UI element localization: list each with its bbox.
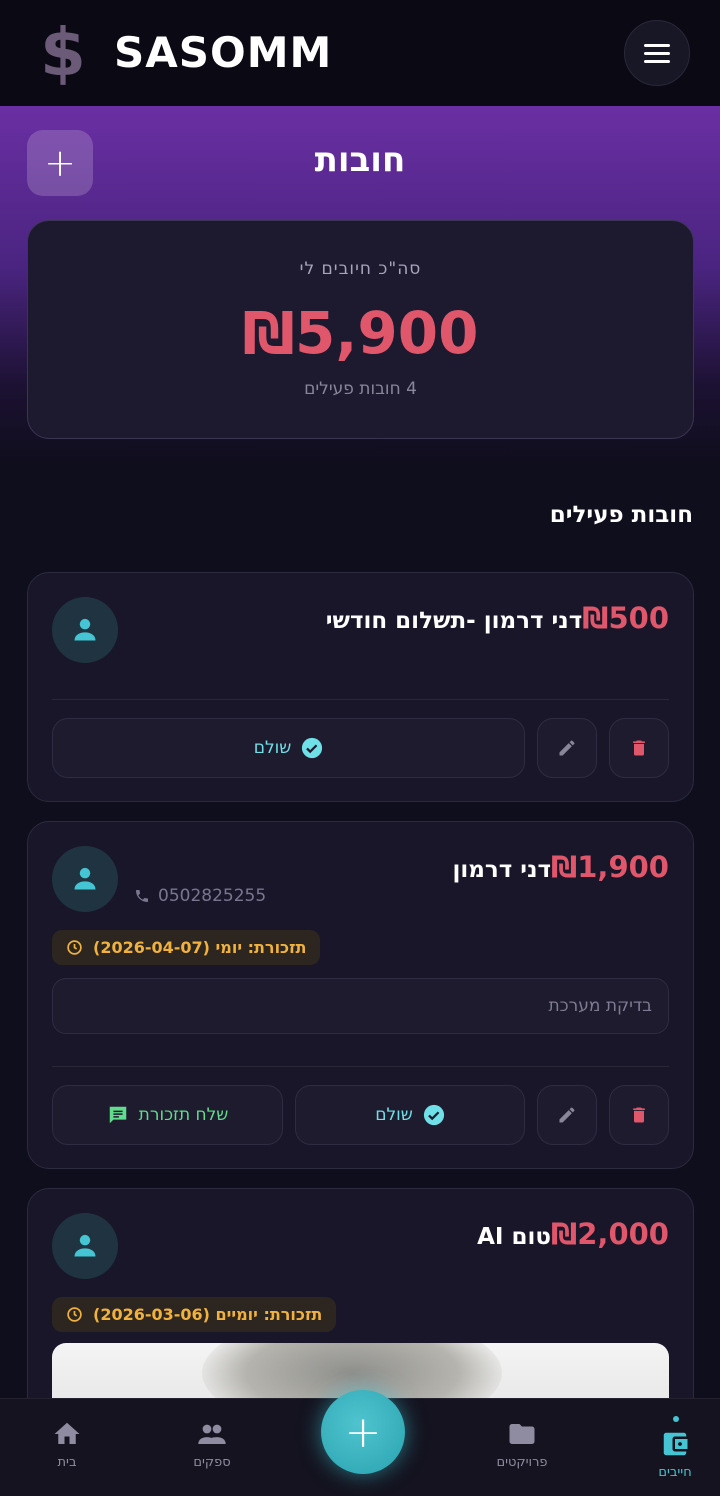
phone-number[interactable]: 0502825255 xyxy=(134,886,266,906)
debt-header: ₪1,900דני דרמון xyxy=(453,850,670,884)
brand-name: SASOMM xyxy=(114,28,333,77)
trash-icon xyxy=(633,1107,645,1123)
avatar xyxy=(52,1213,118,1279)
avatar xyxy=(52,597,118,663)
folder-icon xyxy=(509,1424,535,1444)
debt-card: ₪500דני דרמון -תשלום חודשי שולם xyxy=(27,572,694,802)
debt-amount: ₪1,900 xyxy=(551,850,669,884)
clock-icon xyxy=(67,940,82,955)
debt-header: ₪500דני דרמון -תשלום חודשי xyxy=(326,601,669,635)
send-reminder-label: שלח תזכורת xyxy=(138,1105,229,1125)
person-icon xyxy=(74,618,96,641)
summary-card: סה"כ חיובים לי ₪5,900 4 חובות פעילים xyxy=(27,220,694,439)
divider xyxy=(52,699,669,700)
nav-debts[interactable]: חייבים xyxy=(630,1429,720,1480)
mark-paid-button[interactable]: שולם xyxy=(295,1085,525,1145)
pencil-icon xyxy=(559,1107,575,1123)
nav-debts-label: חייבים xyxy=(658,1465,692,1480)
debt-header: ₪2,000טום AI xyxy=(477,1217,669,1251)
edit-button[interactable] xyxy=(537,718,597,778)
person-icon xyxy=(74,867,96,890)
summary-label: סה"כ חיובים לי xyxy=(299,259,422,279)
top-bar: $ SASOMM xyxy=(0,0,720,106)
phone-text: 0502825255 xyxy=(158,886,267,906)
delete-button[interactable] xyxy=(609,1085,669,1145)
reminder-badge: תזכורת: יומי (2026-04-07) xyxy=(52,930,321,965)
debt-name: דני דרמון xyxy=(452,857,552,883)
wallet-icon xyxy=(663,1432,688,1456)
mark-paid-button[interactable]: שולם xyxy=(52,718,525,778)
section-title: חובות פעילים xyxy=(549,502,693,528)
note-field[interactable]: בדיקת מערכת xyxy=(52,978,669,1034)
phone-icon xyxy=(136,890,148,902)
nav-home[interactable]: בית xyxy=(22,1419,112,1470)
add-debt-button[interactable]: + xyxy=(27,130,93,196)
debt-amount: ₪2,000 xyxy=(551,1217,669,1251)
reminder-badge: תזכורת: יומיים (2026-03-06) xyxy=(52,1297,337,1332)
debt-card: ₪1,900דני דרמון 0502825255 תזכורת: יומי … xyxy=(27,821,694,1169)
edit-button[interactable] xyxy=(537,1085,597,1145)
nav-suppliers[interactable]: ספקים xyxy=(167,1419,257,1470)
reminder-text: תזכורת: יומיים (2026-03-06) xyxy=(93,1305,323,1324)
nav-projects[interactable]: פרויקטים xyxy=(477,1419,567,1470)
debt-name: טום AI xyxy=(477,1224,552,1250)
active-indicator xyxy=(673,1416,679,1422)
debt-amount: ₪500 xyxy=(582,601,669,635)
person-icon xyxy=(74,1234,96,1257)
send-reminder-button[interactable]: שלח תזכורת xyxy=(52,1085,283,1145)
dollar-sign-icon: $ xyxy=(40,14,86,91)
home-icon xyxy=(54,1422,80,1444)
message-icon xyxy=(109,1106,126,1124)
debt-name: דני דרמון -תשלום חודשי xyxy=(325,608,583,634)
check-circle-icon xyxy=(302,737,323,759)
avatar xyxy=(52,846,118,912)
nav-suppliers-label: ספקים xyxy=(193,1455,231,1470)
pencil-icon xyxy=(559,740,575,756)
people-icon xyxy=(198,1424,226,1444)
page-title: חובות xyxy=(314,140,406,180)
clock-icon xyxy=(67,1307,82,1322)
summary-amount: ₪5,900 xyxy=(242,299,479,367)
check-circle-icon xyxy=(423,1104,444,1126)
reminder-text: תזכורת: יומי (2026-04-07) xyxy=(93,938,307,957)
mark-paid-label: שולם xyxy=(253,738,292,758)
mark-paid-label: שולם xyxy=(375,1105,413,1125)
summary-count: 4 חובות פעילים xyxy=(304,379,417,399)
floating-add-button[interactable]: + xyxy=(321,1390,405,1474)
hamburger-menu-button[interactable] xyxy=(624,20,690,86)
divider xyxy=(52,1066,669,1067)
delete-button[interactable] xyxy=(609,718,669,778)
nav-projects-label: פרויקטים xyxy=(496,1455,548,1470)
trash-icon xyxy=(633,740,645,756)
nav-home-label: בית xyxy=(57,1455,77,1470)
